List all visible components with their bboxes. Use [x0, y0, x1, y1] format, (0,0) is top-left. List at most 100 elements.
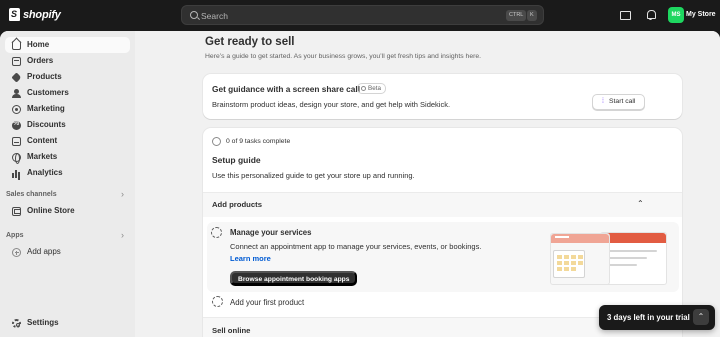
divider [203, 192, 682, 193]
calendar-cell [564, 267, 569, 271]
illustration-card-header [601, 233, 666, 243]
setup-guide-subtitle: Use this personalized guide to get your … [212, 171, 415, 180]
content-icon [12, 137, 21, 146]
sidebar-item-content[interactable]: Content [5, 133, 130, 149]
beta-badge: Beta [357, 83, 386, 94]
sidebar-item-label: Home [27, 40, 50, 49]
illustration-line [607, 250, 657, 252]
avatar[interactable]: MS [668, 7, 684, 23]
search-bar[interactable]: Search CTRL K [181, 5, 544, 25]
sidebar-item-label: Content [27, 136, 58, 145]
add-first-product-task[interactable]: Add your first product [230, 298, 304, 307]
search-icon [190, 11, 198, 19]
shortcut-ctrl-key: CTRL [506, 10, 527, 21]
start-call-button[interactable]: ⁞ Start call [592, 94, 645, 110]
task-incomplete-circle-icon[interactable] [212, 296, 223, 307]
shortcut-k-key: K [527, 10, 537, 21]
online-store-icon [12, 207, 21, 216]
analytics-icon [12, 169, 21, 178]
learn-more-link[interactable]: Learn more [230, 254, 271, 263]
target-icon [12, 105, 21, 114]
task-incomplete-circle-icon[interactable] [211, 227, 222, 238]
calendar-cell [571, 261, 576, 265]
add-products-section-header[interactable]: Add products ⌃ [203, 192, 682, 217]
trial-banner[interactable]: 3 days left in your trial ⌃ [599, 305, 715, 330]
globe-icon [12, 153, 21, 164]
gear-icon [12, 319, 21, 328]
sidebar-item-home[interactable]: Home [5, 37, 130, 53]
illustration-line [607, 264, 637, 266]
sidebar-item-label: Marketing [27, 104, 65, 113]
shopify-logo[interactable]: shopify [9, 8, 61, 21]
home-icon [12, 41, 21, 50]
shopify-bag-icon [9, 8, 20, 21]
calendar-cell [578, 255, 583, 259]
guidance-body: Brainstorm product ideas, design your st… [212, 100, 451, 109]
illustration-card [600, 232, 667, 285]
sidebar-item-customers[interactable]: Customers [5, 85, 130, 101]
calendar-cell [578, 261, 583, 265]
sidebar-item-orders[interactable]: Orders [5, 53, 130, 69]
sidebar-item-label: Markets [27, 152, 58, 161]
illustration-window-bar [551, 234, 609, 243]
apps-heading[interactable]: Apps [6, 232, 24, 239]
tag-icon [11, 72, 22, 83]
sidebar-item-label: Discounts [27, 120, 66, 129]
sell-online-heading: Sell online [212, 326, 251, 335]
add-products-heading: Add products [212, 200, 262, 209]
tasks-complete: 0 of 9 tasks complete [226, 138, 291, 145]
trial-text: 3 days left in your trial [607, 313, 690, 322]
manage-services-task[interactable]: Manage your services Connect an appointm… [207, 222, 679, 292]
bell-icon[interactable] [645, 9, 657, 21]
sidebar-item-label: Online Store [27, 206, 75, 215]
sidebar-item-settings[interactable]: Settings [5, 315, 130, 331]
sidebar-item-label: Settings [27, 318, 59, 327]
sidekick-sparkle-icon: ⁞ [602, 98, 604, 105]
app-frame: Home Orders Products Customers Marketing… [0, 31, 720, 337]
sidebar-item-marketing[interactable]: Marketing [5, 101, 130, 117]
calendar-cell [564, 261, 569, 265]
sidebar-item-analytics[interactable]: Analytics [5, 165, 130, 181]
sidebar-item-label: Analytics [27, 168, 63, 177]
sidebar-item-label: Customers [27, 88, 69, 97]
chevron-right-icon[interactable]: › [121, 189, 124, 199]
illustration-bar-text [555, 236, 569, 238]
logo-text: shopify [23, 8, 61, 21]
chevron-up-icon[interactable]: ⌃ [693, 309, 709, 325]
start-call-label: Start call [609, 98, 636, 105]
calendar-cell [571, 267, 576, 271]
store-name[interactable]: My Store [686, 11, 716, 18]
guidance-title: Get guidance with a screen share call [212, 84, 361, 94]
sidebar-item-label: Orders [27, 56, 54, 65]
sales-channels-heading[interactable]: Sales channels [6, 191, 57, 198]
sidebar-item-products[interactable]: Products [5, 69, 130, 85]
sidebar-item-discounts[interactable]: Discounts [5, 117, 130, 133]
calendar-cell [557, 261, 562, 265]
browse-booking-apps-button[interactable]: Browse appointment booking apps [230, 271, 358, 285]
calendar-illustration [553, 250, 585, 278]
main-content: Get ready to sell Here’s a guide to get … [135, 31, 720, 337]
guidance-card: Get guidance with a screen share call Be… [203, 74, 682, 119]
sidebar-item-label: Add apps [27, 247, 61, 256]
orders-icon [12, 57, 21, 66]
sidebar: Home Orders Products Customers Marketing… [0, 31, 135, 337]
sidebar-item-markets[interactable]: Markets [5, 149, 130, 165]
sidebar-item-add-apps[interactable]: Add apps [5, 244, 130, 260]
add-circle-icon [12, 248, 21, 257]
page-subtitle: Here’s a guide to get started. As your b… [205, 53, 482, 60]
discount-icon [12, 120, 21, 130]
chevron-up-icon[interactable]: ⌃ [637, 199, 644, 208]
beta-label: Beta [368, 85, 381, 92]
task-description: Connect an appointment app to manage you… [230, 242, 482, 251]
chevron-right-icon[interactable]: › [121, 230, 124, 240]
calendar-cell [557, 267, 562, 271]
calendar-cell [571, 255, 576, 259]
search-placeholder: Search [201, 11, 228, 21]
beta-icon [361, 86, 366, 91]
page-title: Get ready to sell [205, 36, 295, 48]
sidebar-item-online-store[interactable]: Online Store [5, 203, 130, 219]
person-icon [12, 89, 21, 98]
store-switcher-icon[interactable] [619, 9, 631, 21]
task-title: Manage your services [230, 228, 312, 237]
booking-illustration [550, 229, 670, 289]
